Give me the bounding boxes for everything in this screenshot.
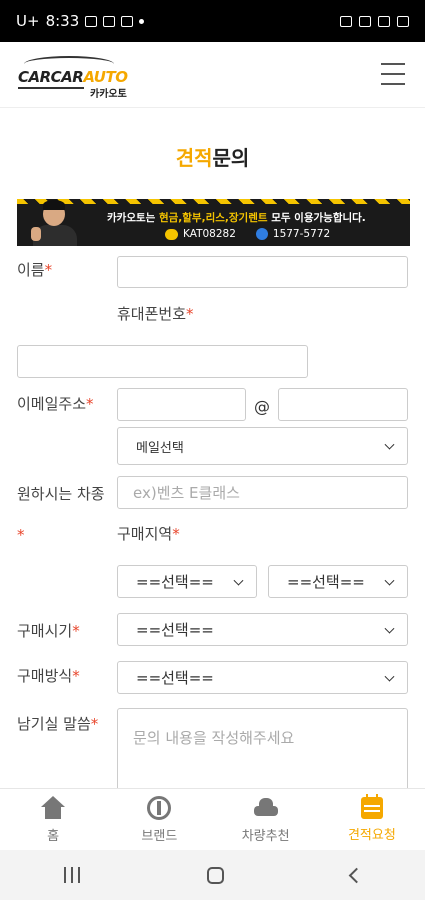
logo-wordmark: CARCARAUTO	[18, 68, 128, 86]
chevron-down-icon	[384, 575, 395, 586]
message-textarea[interactable]: 문의 내용을 작성해주세요	[117, 708, 408, 798]
tab-label: 차량추천	[241, 828, 290, 844]
logo-subtitle: 카카오토	[90, 89, 127, 100]
back-icon[interactable]	[348, 867, 364, 883]
tab-label: 홈	[47, 828, 60, 844]
page-title: 견적문의	[175, 146, 250, 170]
home-button-icon[interactable]	[206, 866, 224, 884]
chevron-down-icon	[384, 671, 395, 682]
region-select-2[interactable]: ==선택==	[268, 565, 408, 598]
email-domain-select[interactable]: 메일선택	[117, 427, 408, 465]
car-model-input[interactable]: ex)벤츠 E클래스	[117, 476, 408, 509]
phone-label: 휴대폰번호*	[117, 305, 194, 323]
home-icon	[40, 795, 66, 820]
name-label: 이름*	[17, 261, 53, 279]
email-label: 이메일주소*	[17, 395, 94, 413]
carrier-label: U+	[16, 12, 40, 30]
brand-icon	[147, 795, 172, 820]
banner-headline: 카카오토는 현금,할부,리스,장기렌트 모두 이용가능합니다.	[107, 212, 366, 224]
purchase-time-select[interactable]: ==선택==	[117, 613, 408, 646]
message-label: 남기실 말씀*	[17, 715, 99, 733]
banner-contact: KAT08282 1577-5772	[165, 228, 330, 240]
phone-icon	[255, 228, 268, 240]
battery-icon	[397, 15, 409, 27]
chevron-down-icon	[384, 623, 395, 634]
tab-car-recommend[interactable]: 차량추천	[213, 789, 319, 850]
kakao-id: KAT08282	[183, 228, 236, 240]
calendar-icon	[360, 793, 383, 819]
email-at-sign: @	[254, 397, 270, 416]
dot-icon	[139, 18, 145, 24]
region-select-1[interactable]: ==선택==	[117, 565, 257, 598]
region-label: 구매지역*	[117, 525, 180, 543]
phone-number: 1577-5772	[272, 228, 331, 240]
phone-input[interactable]	[17, 345, 308, 378]
wifi-icon	[359, 15, 371, 27]
app-header: CARCARAUTO 카카오토	[0, 42, 425, 108]
hamburger-menu-icon[interactable]	[381, 63, 405, 85]
tab-quote-request[interactable]: 견적요청	[319, 789, 425, 850]
purchase-method-label: 구매방식*	[17, 667, 80, 685]
email-domain-input[interactable]	[278, 388, 408, 421]
recent-apps-icon[interactable]	[63, 867, 80, 883]
email-id-input[interactable]	[117, 388, 246, 421]
tab-label: 견적요청	[347, 827, 396, 843]
bottom-tab-bar: 홈 브랜드 차량추천 견적요청	[0, 788, 425, 850]
clock: 8:33	[45, 12, 80, 30]
car-model-required-mark: *	[17, 526, 25, 544]
logo-underline	[18, 87, 84, 89]
promo-banner: 카카오토는 현금,할부,리스,장기렌트 모두 이용가능합니다. KAT08282…	[17, 199, 410, 246]
chevron-down-icon	[384, 439, 395, 450]
chat-icon	[121, 15, 134, 27]
tab-home[interactable]: 홈	[0, 789, 106, 850]
banner-person-image	[29, 200, 81, 246]
system-nav-bar	[0, 850, 425, 900]
link-icon	[103, 15, 116, 27]
chevron-down-icon	[233, 575, 244, 586]
car-model-label: 원하시는 차종	[17, 485, 105, 503]
signal-icon	[378, 15, 390, 27]
gallery-icon	[85, 15, 98, 27]
kakaotalk-icon	[165, 228, 178, 240]
purchase-method-select[interactable]: ==선택==	[117, 661, 408, 694]
mute-icon	[340, 15, 352, 27]
status-bar: U+ 8:33	[0, 0, 425, 42]
tab-brand[interactable]: 브랜드	[106, 789, 212, 850]
car-icon	[253, 796, 279, 820]
purchase-time-label: 구매시기*	[17, 622, 80, 640]
tab-label: 브랜드	[141, 828, 178, 844]
logo[interactable]: CARCARAUTO 카카오토	[16, 54, 141, 100]
name-input[interactable]	[117, 256, 408, 288]
